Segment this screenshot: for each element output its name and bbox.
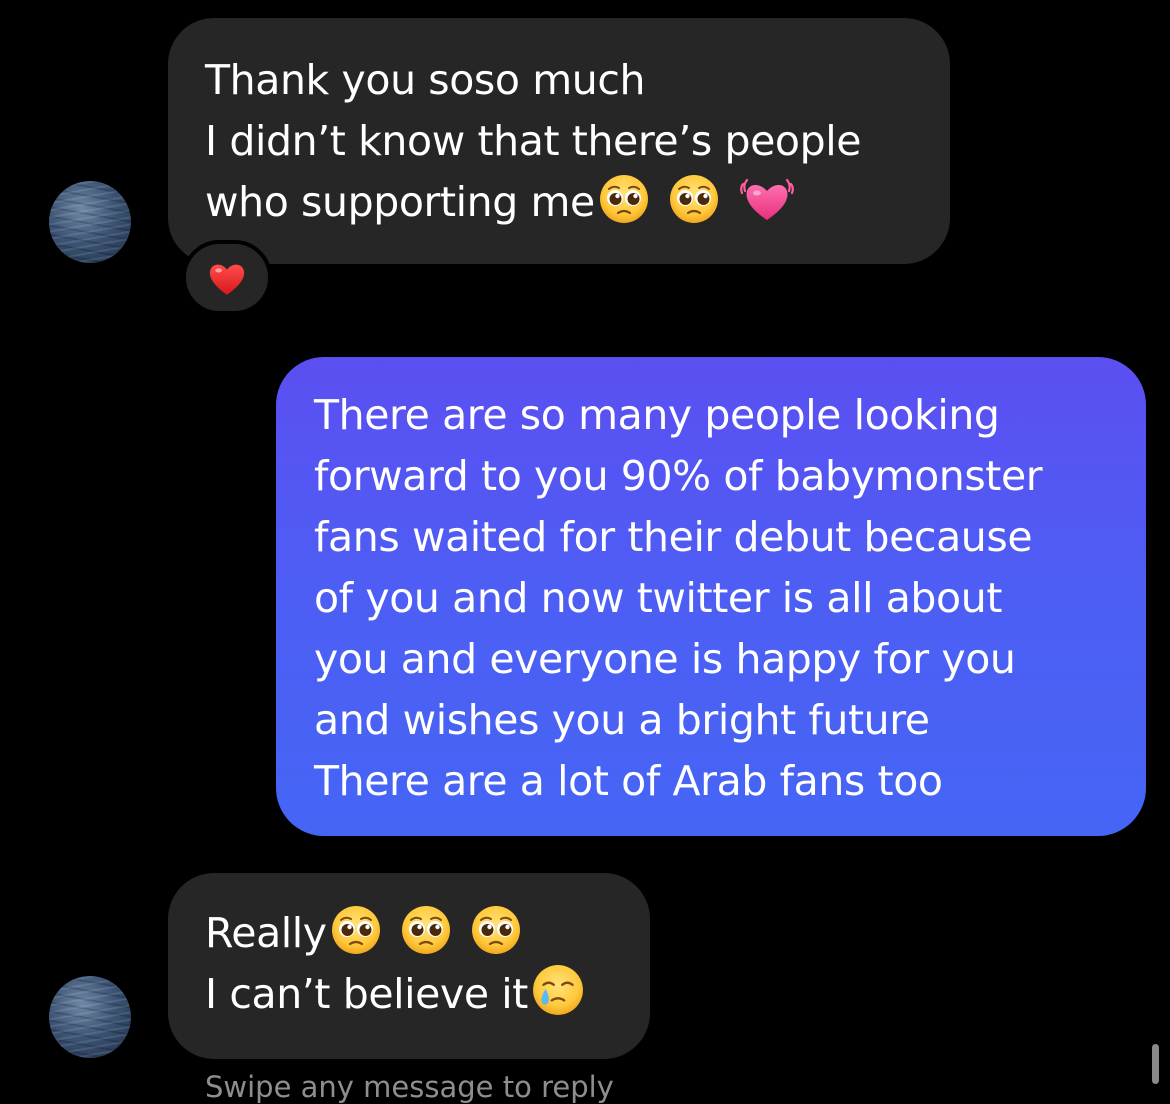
message-reaction[interactable] <box>182 240 272 315</box>
message-text-line: Thank you soso much <box>205 56 646 104</box>
pleading-face-emoji <box>471 905 521 955</box>
contact-avatar[interactable] <box>49 181 131 263</box>
message-text-line: and wishes you a bright future <box>314 696 930 744</box>
message-text-line: you and everyone is happy for you <box>314 635 1016 683</box>
incoming-message-bubble[interactable]: Thank you soso much I didn’t know that t… <box>168 18 950 264</box>
red-heart-icon <box>206 258 248 298</box>
incoming-message-bubble[interactable]: Really I can’t believe it <box>168 873 650 1059</box>
pleading-face-emoji <box>401 905 451 955</box>
pleading-face-emoji <box>669 174 719 224</box>
face-holding-back-tears-emoji <box>532 964 584 1016</box>
message-text-line: I can’t believe it <box>205 964 614 1025</box>
pleading-face-emoji <box>599 174 649 224</box>
scroll-indicator[interactable] <box>1152 1044 1159 1084</box>
message-text-line: There are so many people looking <box>314 391 1000 439</box>
message-text-line: fans waited for their debut because <box>314 513 1033 561</box>
swipe-to-reply-hint: Swipe any message to reply <box>205 1070 614 1104</box>
message-text-line: Really <box>205 903 614 964</box>
message-text-line: forward to you 90% of babymonster <box>314 452 1043 500</box>
message-text-line: who supporting me <box>205 172 914 233</box>
message-text-line: There are a lot of Arab fans too <box>314 757 943 805</box>
pleading-face-emoji <box>331 905 381 955</box>
outgoing-message-bubble[interactable]: There are so many people looking forward… <box>276 357 1146 836</box>
contact-avatar[interactable] <box>49 976 131 1058</box>
message-text-line: of you and now twitter is all about <box>314 574 1003 622</box>
message-text-line: I didn’t know that there’s people <box>205 117 862 165</box>
beating-heart-emoji <box>739 174 795 224</box>
